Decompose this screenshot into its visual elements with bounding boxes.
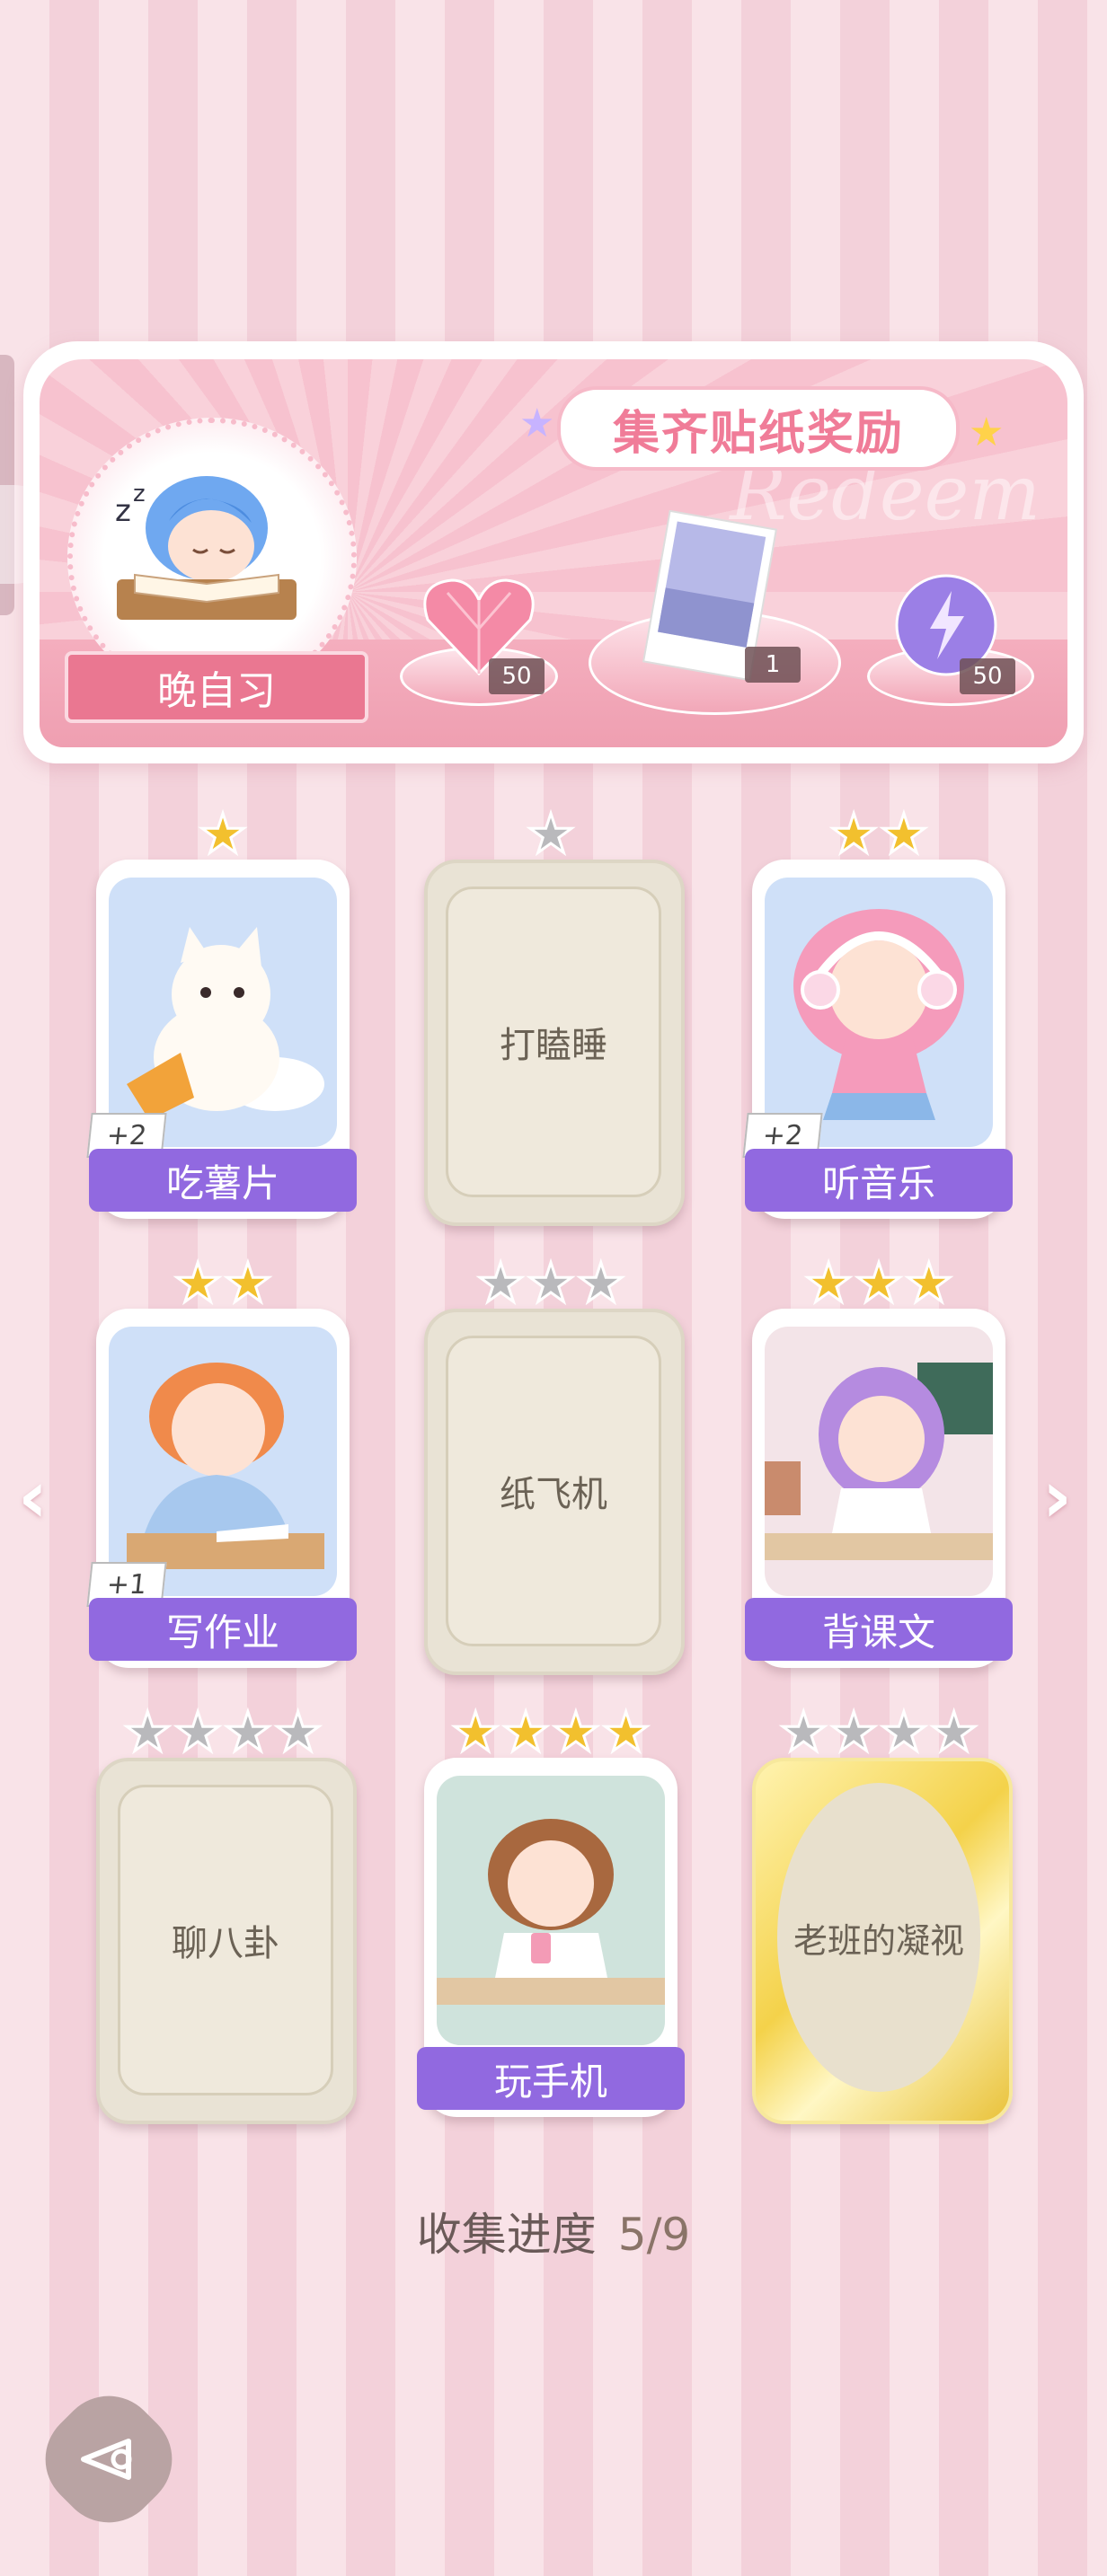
- reward-count: 50: [489, 658, 545, 694]
- star-empty-icon: ★: [272, 1701, 323, 1764]
- sticker-card[interactable]: 打瞌睡 ★: [424, 807, 685, 1226]
- star-rating: ★: [96, 803, 350, 866]
- chevron-left-icon[interactable]: ‹: [18, 1455, 48, 1539]
- sticker-card[interactable]: 背课文 ★ ★ ★: [745, 1256, 1013, 1668]
- reward-count: 50: [960, 658, 1015, 694]
- sticker-card[interactable]: +1 写作业 ★ ★: [86, 1256, 357, 1668]
- card-label: 玩手机: [417, 2047, 685, 2110]
- star-empty-icon: ★: [526, 803, 577, 866]
- star-filled-icon: ★: [828, 803, 880, 866]
- sticker-card[interactable]: 聊八卦 ★ ★ ★ ★: [96, 1705, 357, 2124]
- card-label: 写作业: [89, 1598, 357, 1661]
- card-locked-label: 打瞌睡: [446, 887, 661, 1197]
- star-filled-icon: ★: [600, 1701, 651, 1764]
- card-locked-label: 老班的凝视: [777, 1783, 980, 2092]
- star-empty-icon: ★: [173, 1701, 224, 1764]
- card-illustration: [109, 878, 337, 1147]
- card-illustration: [109, 1327, 337, 1596]
- card-locked-label: 聊八卦: [118, 1785, 333, 2095]
- star-rating: ★ ★ ★ ★: [424, 1701, 677, 1764]
- card-locked-label: 纸飞机: [446, 1336, 661, 1646]
- card-illustration: [765, 1327, 993, 1596]
- sticker-card[interactable]: 纸飞机 ★ ★ ★: [424, 1256, 685, 1675]
- star-rating: ★: [424, 803, 677, 866]
- card-label: 听音乐: [745, 1149, 1013, 1212]
- star-empty-icon: ★: [122, 1701, 173, 1764]
- star-icon: ★: [969, 410, 1005, 455]
- star-filled-icon: ★: [223, 1252, 274, 1315]
- card-label: 吃薯片: [89, 1149, 357, 1212]
- sticker-card[interactable]: +2 吃薯片 ★: [86, 807, 357, 1219]
- star-icon: ★: [519, 401, 555, 446]
- star-rating: ★ ★ ★: [752, 1252, 1005, 1315]
- progress-label: 收集进度: [416, 2209, 597, 2261]
- star-filled-icon: ★: [879, 803, 930, 866]
- star-empty-icon: ★: [828, 1701, 880, 1764]
- sticker-card[interactable]: 玩手机 ★ ★ ★ ★: [417, 1705, 685, 2117]
- star-empty-icon: ★: [526, 1252, 577, 1315]
- star-empty-icon: ★: [928, 1701, 979, 1764]
- star-empty-icon: ★: [879, 1701, 930, 1764]
- star-filled-icon: ★: [500, 1701, 552, 1764]
- star-rating: ★ ★ ★ ★: [752, 1701, 1005, 1764]
- svg-text:z: z: [133, 481, 146, 507]
- star-rating: ★ ★: [96, 1252, 350, 1315]
- star-filled-icon: ★: [173, 1252, 224, 1315]
- sticker-card[interactable]: +2 听音乐 ★ ★: [742, 807, 1013, 1219]
- star-empty-icon: ★: [223, 1701, 274, 1764]
- collection-progress: 收集进度 5/9: [0, 2199, 1107, 2263]
- sticker-card[interactable]: 老班的凝视 ★ ★ ★ ★: [752, 1705, 1013, 2124]
- progress-value: 5/9: [617, 2209, 691, 2261]
- star-rating: ★ ★: [752, 803, 1005, 866]
- sleeping-boy-illustration: z z: [115, 476, 297, 620]
- activity-label: 晚自习: [65, 651, 368, 723]
- star-filled-icon: ★: [803, 1252, 855, 1315]
- banner-title: 集齐贴纸奖励: [557, 386, 960, 471]
- card-illustration: [765, 878, 993, 1147]
- card-label: 背课文: [745, 1598, 1013, 1661]
- star-empty-icon: ★: [778, 1701, 829, 1764]
- star-rating: ★ ★ ★ ★: [96, 1701, 350, 1764]
- chevron-right-icon[interactable]: ›: [1042, 1455, 1072, 1539]
- star-filled-icon: ★: [551, 1701, 602, 1764]
- star-filled-icon: ★: [450, 1701, 501, 1764]
- star-filled-icon: ★: [198, 803, 249, 866]
- star-filled-icon: ★: [903, 1252, 954, 1315]
- star-empty-icon: ★: [475, 1252, 527, 1315]
- star-filled-icon: ★: [854, 1252, 905, 1315]
- reward-count: 1: [745, 647, 801, 683]
- card-illustration: [437, 1776, 665, 2045]
- star-empty-icon: ★: [575, 1252, 626, 1315]
- star-rating: ★ ★ ★: [424, 1252, 677, 1315]
- back-icon: [81, 2439, 132, 2480]
- svg-text:z: z: [115, 493, 131, 529]
- back-button[interactable]: [24, 2375, 193, 2544]
